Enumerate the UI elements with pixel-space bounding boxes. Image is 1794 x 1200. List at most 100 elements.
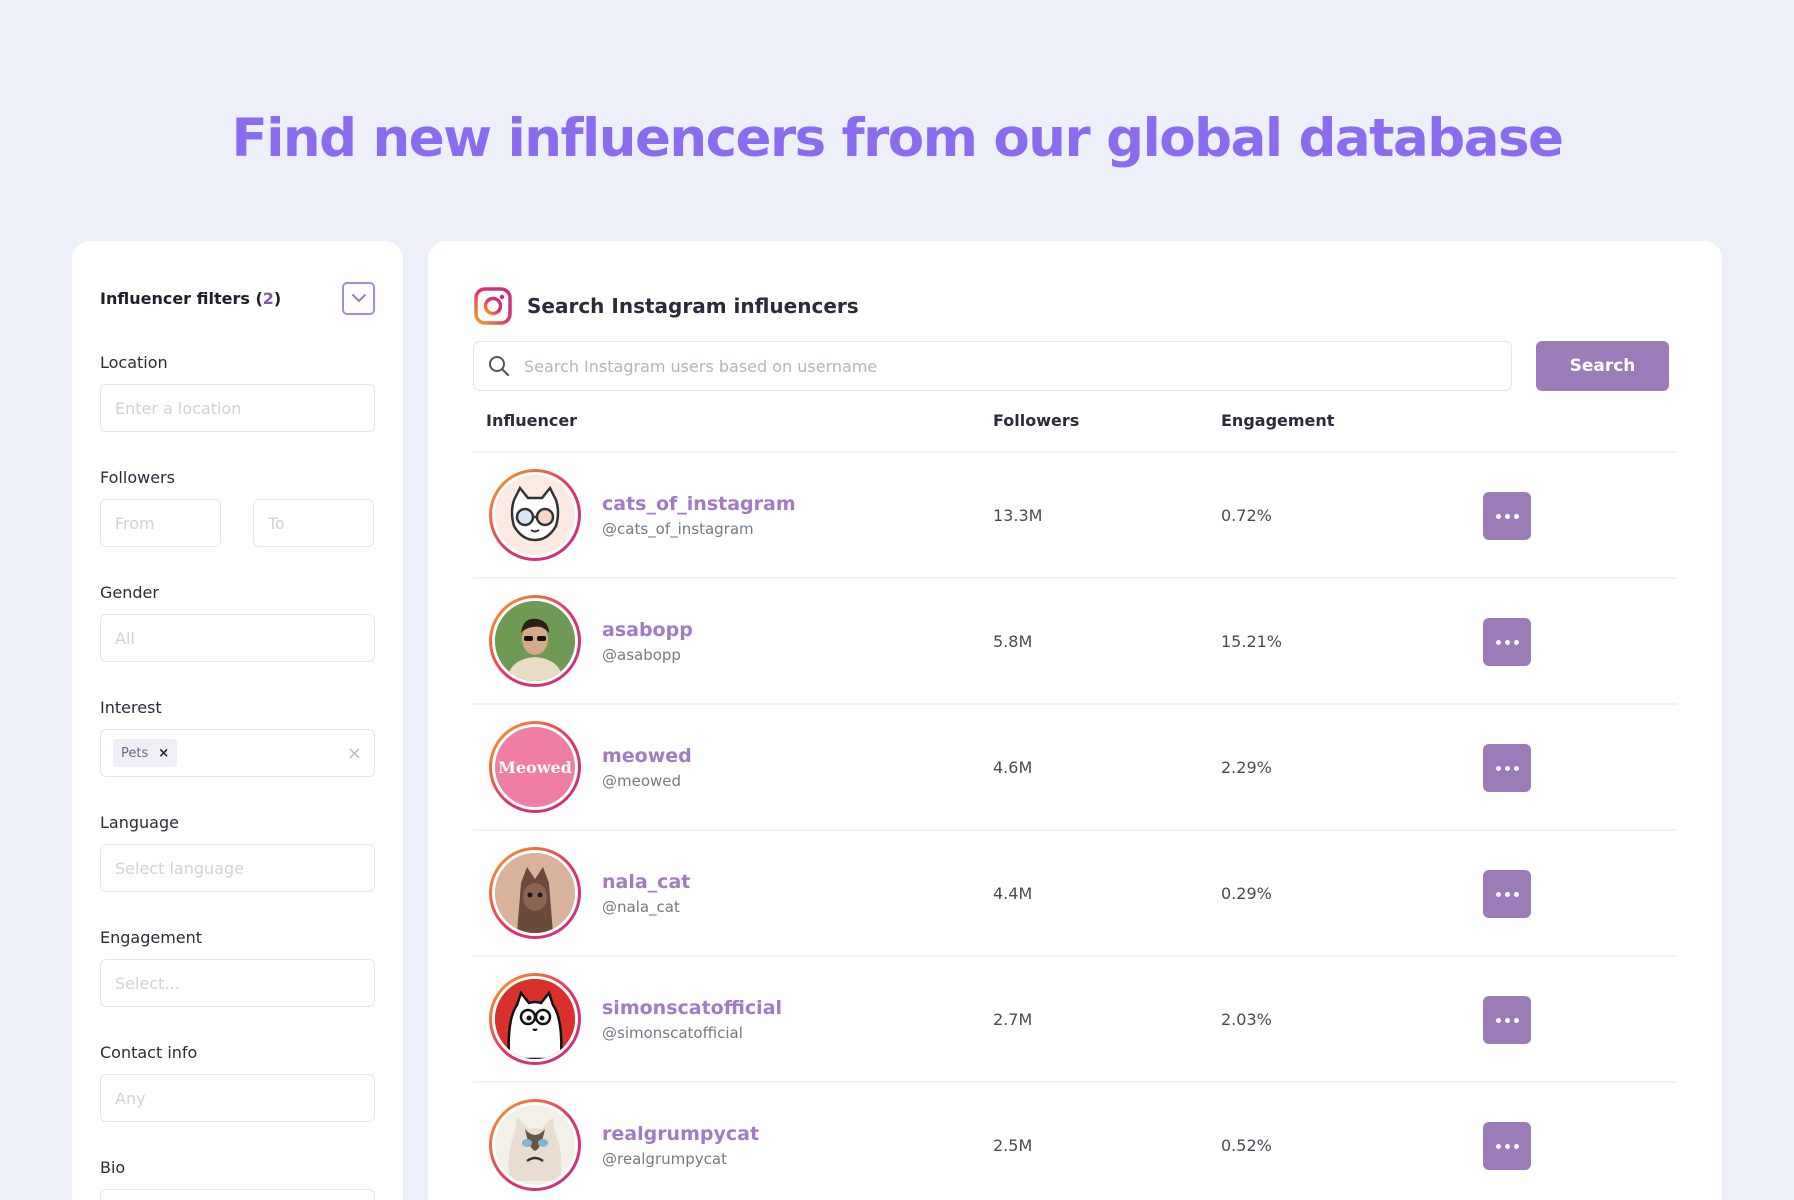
table-row[interactable]: cats_of_instagram @cats_of_instagram 13.… xyxy=(473,451,1677,577)
dot-icon xyxy=(1504,1143,1510,1149)
followers-count: 2.7M xyxy=(993,1010,1033,1029)
dot-icon xyxy=(1504,765,1510,771)
dot-icon xyxy=(1495,513,1501,519)
clear-icon[interactable]: × xyxy=(347,743,362,764)
bio-filter: Bio xyxy=(100,1158,375,1200)
engagement-select[interactable]: Select... xyxy=(100,959,375,1007)
dot-icon xyxy=(1504,639,1510,645)
column-header-followers: Followers xyxy=(993,411,1080,430)
avatar[interactable] xyxy=(489,469,581,561)
engagement-rate: 0.52% xyxy=(1221,1136,1272,1155)
contact-select[interactable]: Any xyxy=(100,1074,375,1122)
filters-count-close: ) xyxy=(273,288,282,308)
engagement-label: Engagement xyxy=(100,928,203,947)
followers-label: Followers xyxy=(100,468,175,487)
influencer-name[interactable]: nala_cat xyxy=(602,871,690,893)
dot-icon xyxy=(1495,765,1501,771)
search-input[interactable]: Search Instagram users based on username xyxy=(473,341,1512,391)
chevron-down-icon xyxy=(351,294,366,302)
dot-icon xyxy=(1513,639,1519,645)
followers-count: 2.5M xyxy=(993,1136,1033,1155)
dot-icon xyxy=(1495,1143,1501,1149)
dot-icon xyxy=(1513,891,1519,897)
avatar[interactable] xyxy=(489,1099,581,1191)
influencer-name[interactable]: simonscatofficial xyxy=(602,997,782,1019)
gender-select[interactable]: All xyxy=(100,614,375,662)
meowed-logo: Meowed xyxy=(498,757,572,777)
followers-count: 4.4M xyxy=(993,884,1033,903)
gender-filter: Gender All xyxy=(100,583,375,662)
cartoon-cat-icon xyxy=(495,979,575,1059)
interest-chip: Pets × xyxy=(113,739,178,767)
followers-from-input[interactable]: From xyxy=(100,499,221,547)
dot-icon xyxy=(1513,765,1519,771)
engagement-filter: Engagement Select... xyxy=(100,928,375,1007)
search-button[interactable]: Search xyxy=(1536,341,1669,391)
search-icon xyxy=(489,356,509,376)
table-row[interactable]: nala_cat @nala_cat 4.4M 0.29% xyxy=(473,829,1677,955)
bio-label: Bio xyxy=(100,1158,126,1177)
avatar[interactable] xyxy=(489,595,581,687)
page-title: Find new influencers from our global dat… xyxy=(231,108,1564,169)
followers-count: 4.6M xyxy=(993,758,1033,777)
table-row[interactable]: realgrumpycat @realgrumpycat 2.5M 0.52% xyxy=(473,1081,1677,1200)
avatar[interactable] xyxy=(489,847,581,939)
influencer-name[interactable]: meowed xyxy=(602,745,692,767)
avatar[interactable] xyxy=(489,973,581,1065)
column-header-influencer: Influencer xyxy=(486,411,578,430)
engagement-rate: 2.29% xyxy=(1221,758,1272,777)
table-row[interactable]: asabopp @asabopp 5.8M 15.21% xyxy=(473,577,1677,703)
panel-title: Search Instagram influencers xyxy=(527,294,859,318)
engagement-rate: 0.29% xyxy=(1221,884,1272,903)
panel-header: Search Instagram influencers xyxy=(473,286,859,326)
chip-remove-icon[interactable]: × xyxy=(158,746,169,761)
filters-sidebar: Influencer filters (2) Location Enter a … xyxy=(72,241,403,1200)
dot-icon xyxy=(1504,891,1510,897)
more-options-button[interactable] xyxy=(1483,618,1531,666)
influencer-name[interactable]: realgrumpycat xyxy=(602,1123,759,1145)
filters-title: Influencer filters (2) xyxy=(100,289,281,308)
influencer-name[interactable]: cats_of_instagram xyxy=(602,493,796,515)
location-label: Location xyxy=(100,353,168,372)
dot-icon xyxy=(1495,639,1501,645)
language-select[interactable]: Select language xyxy=(100,844,375,892)
person-photo-icon xyxy=(495,601,575,681)
filters-count: 2 xyxy=(262,288,274,308)
language-label: Language xyxy=(100,813,179,832)
bio-input[interactable] xyxy=(100,1189,375,1200)
cat-photo-icon xyxy=(495,853,575,933)
location-filter: Location Enter a location xyxy=(100,353,375,432)
grumpy-cat-photo-icon xyxy=(495,1105,575,1185)
followers-filter: Followers From To xyxy=(100,468,375,547)
influencer-handle: @realgrumpycat xyxy=(602,1150,727,1168)
table-row[interactable]: Meowed meowed @meowed 4.6M 2.29% xyxy=(473,703,1677,829)
influencer-handle: @simonscatofficial xyxy=(602,1024,743,1042)
gender-label: Gender xyxy=(100,583,159,602)
more-options-button[interactable] xyxy=(1483,1122,1531,1170)
influencer-handle: @cats_of_instagram xyxy=(602,520,754,538)
more-options-button[interactable] xyxy=(1483,996,1531,1044)
table-row[interactable]: simonscatofficial @simonscatofficial 2.7… xyxy=(473,955,1677,1081)
cat-with-glasses-icon xyxy=(510,485,560,542)
engagement-rate: 2.03% xyxy=(1221,1010,1272,1029)
more-options-button[interactable] xyxy=(1483,744,1531,792)
more-options-button[interactable] xyxy=(1483,870,1531,918)
engagement-rate: 0.72% xyxy=(1221,506,1272,525)
dot-icon xyxy=(1513,1143,1519,1149)
engagement-rate: 15.21% xyxy=(1221,632,1283,651)
search-placeholder: Search Instagram users based on username xyxy=(524,356,878,376)
filters-count-open: ( xyxy=(255,288,263,308)
dot-icon xyxy=(1513,513,1519,519)
dot-icon xyxy=(1495,1017,1501,1023)
filters-header: Influencer filters (2) xyxy=(100,281,375,315)
collapse-filters-button[interactable] xyxy=(342,281,375,315)
location-input[interactable]: Enter a location xyxy=(100,384,375,432)
influencer-handle: @asabopp xyxy=(602,646,681,664)
avatar[interactable]: Meowed xyxy=(489,721,581,813)
interest-label: Interest xyxy=(100,698,162,717)
search-panel: Search Instagram influencers Search Inst… xyxy=(428,241,1722,1200)
followers-to-input[interactable]: To xyxy=(253,499,374,547)
interest-select[interactable]: Pets × × xyxy=(100,729,375,777)
more-options-button[interactable] xyxy=(1483,492,1531,540)
influencer-name[interactable]: asabopp xyxy=(602,619,693,641)
